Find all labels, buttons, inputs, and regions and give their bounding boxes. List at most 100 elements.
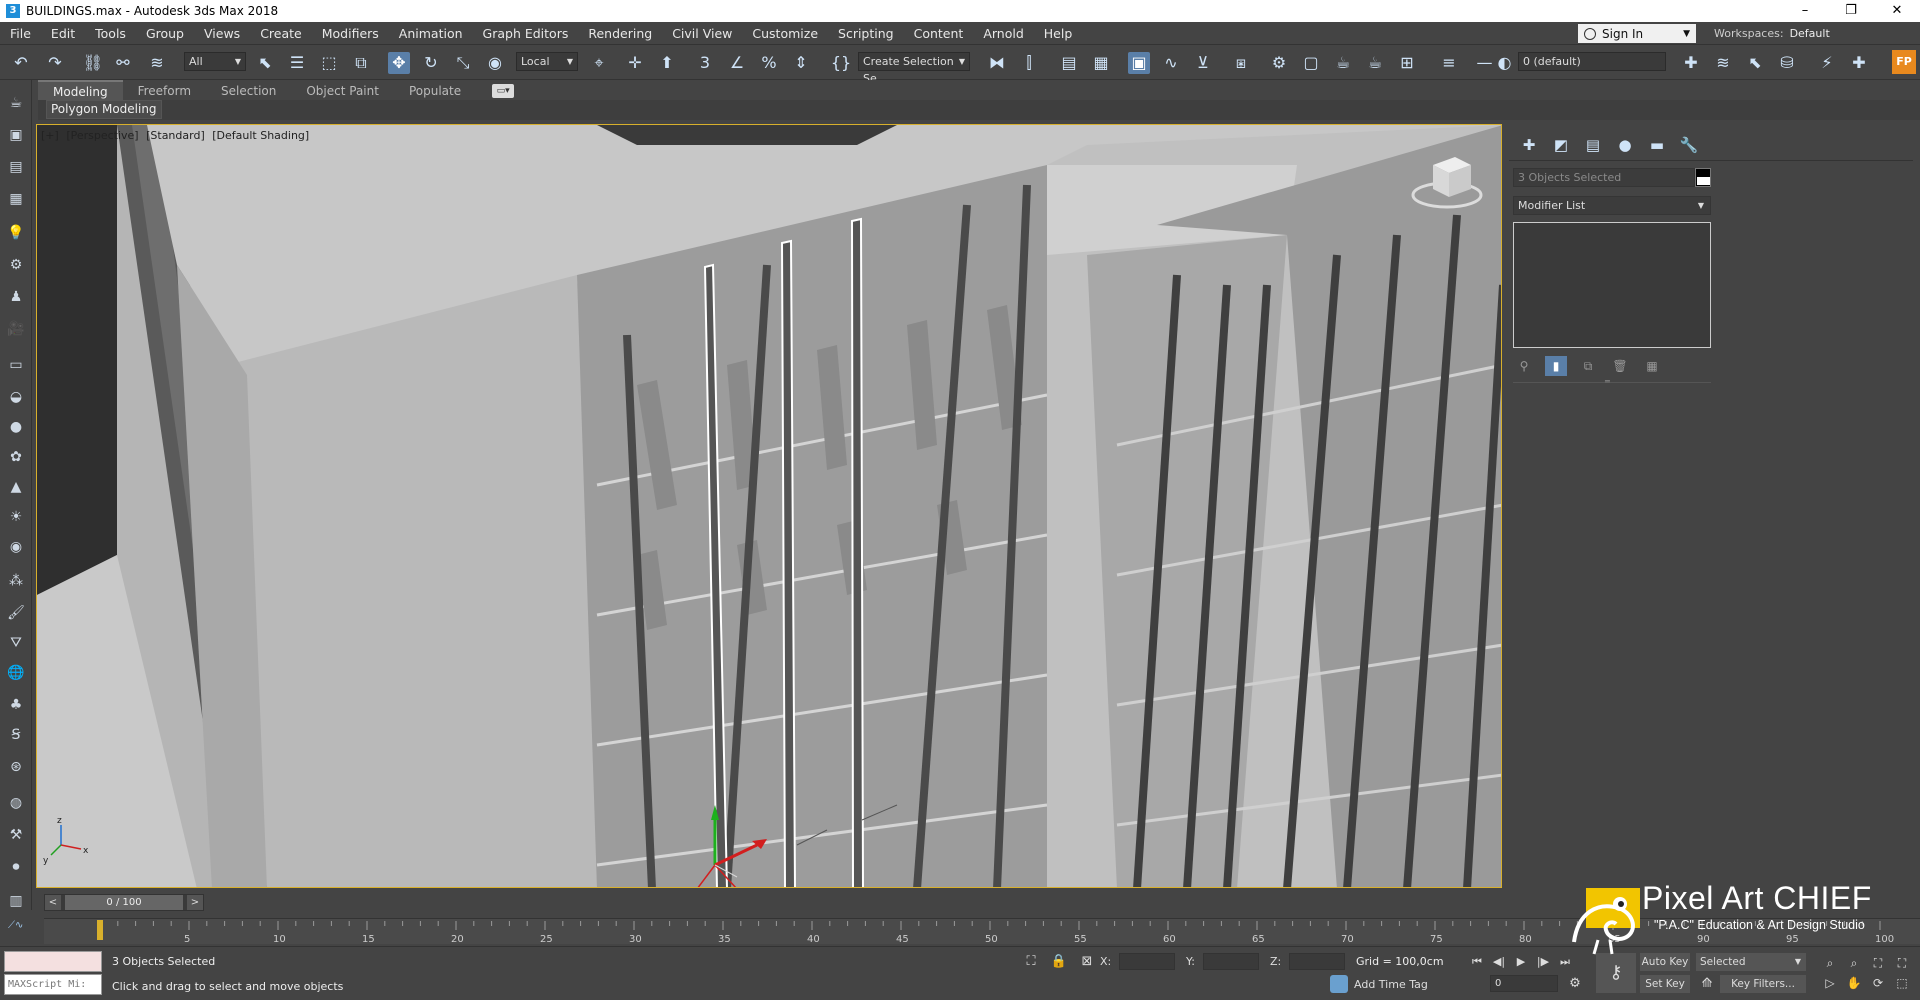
reference-coordinate-dropdown[interactable]: Local ▼ — [516, 52, 578, 71]
pin-stack-icon[interactable]: ⚲ — [1513, 356, 1535, 376]
maximize-viewport-icon[interactable]: ⬚ — [1890, 973, 1914, 993]
render-sphere-icon[interactable]: ◍ — [5, 792, 27, 814]
time-prev-button[interactable]: < — [45, 895, 61, 910]
make-unique-icon[interactable]: ⧉ — [1577, 356, 1599, 376]
record-icon[interactable]: ⏺ — [5, 856, 27, 878]
manipulate-icon[interactable]: ✛ — [624, 52, 646, 74]
current-frame-marker[interactable] — [97, 920, 103, 940]
tab-object-paint[interactable]: Object Paint — [291, 81, 394, 101]
zoom-extents-all-icon[interactable]: ⛶ — [1890, 953, 1914, 973]
polygon-modeling-label[interactable]: Polygon Modeling — [46, 100, 162, 119]
tab-modeling[interactable]: Modeling — [38, 80, 123, 102]
settings-box-icon[interactable]: ⚒ — [5, 824, 27, 846]
light-bulb-icon[interactable]: 💡 — [5, 222, 27, 244]
pivot-center-icon[interactable]: ⌖ — [588, 52, 610, 74]
schematic-view-icon[interactable]: ⊻ — [1192, 52, 1214, 74]
window-crossing-icon[interactable]: ⧉ — [350, 52, 372, 74]
character-icon[interactable]: ♟ — [5, 286, 27, 308]
render-production-icon[interactable]: ☕ — [1332, 52, 1354, 74]
track-bar[interactable]: 5 10 15 20 25 30 35 40 45 50 55 60 65 70 75 80 85 90 95 100 — [44, 918, 1920, 945]
viewport-shading[interactable]: [Default Shading] — [212, 129, 309, 142]
bind-space-warp-icon[interactable]: ≋ — [146, 52, 168, 74]
add-plus-icon[interactable]: ✚ — [1848, 52, 1870, 74]
keyboard-shortcut-override-icon[interactable]: ⬆ — [656, 52, 678, 74]
viewport-menu-plus[interactable]: [+] — [41, 129, 59, 142]
minimize-button[interactable]: – — [1782, 0, 1828, 22]
rectangular-selection-icon[interactable]: ⬚ — [318, 52, 340, 74]
auto-key-button[interactable]: Auto Key — [1640, 953, 1690, 971]
pan-view-icon[interactable]: ✋ — [1842, 973, 1866, 993]
select-and-scale-icon[interactable]: ⤡ — [452, 52, 474, 74]
configure-modifier-sets-icon[interactable]: ▦ — [1641, 356, 1663, 376]
add-time-tag-button[interactable]: Add Time Tag — [1330, 975, 1428, 993]
menu-views[interactable]: Views — [194, 22, 250, 45]
snaps-toggle-icon[interactable]: 3 — [694, 52, 716, 74]
menu-rendering[interactable]: Rendering — [578, 22, 662, 45]
selection-lock-icon[interactable]: 🔒 — [1050, 953, 1068, 971]
paint-deform-icon[interactable]: ⚡ — [1816, 52, 1838, 74]
paint-icon[interactable]: 🖌 — [5, 602, 27, 624]
mirror-icon[interactable]: ⧓ — [986, 52, 1008, 74]
layer-manager-icon[interactable]: ≡ — [1438, 52, 1460, 74]
key-filters-button[interactable]: Key Filters... — [1720, 975, 1806, 993]
camera-icon[interactable]: 🎥 — [5, 318, 27, 340]
show-end-result-icon[interactable]: ▮ — [1545, 356, 1567, 376]
render-iterative-icon[interactable]: ☕ — [1364, 52, 1386, 74]
maxscript-mini-listener[interactable]: MAXScript Mi: — [4, 974, 102, 995]
select-object-icon[interactable]: ⬉ — [254, 52, 276, 74]
menu-tools[interactable]: Tools — [85, 22, 136, 45]
previous-frame-icon[interactable]: ◀| — [1488, 953, 1510, 971]
select-and-rotate-icon[interactable]: ↻ — [420, 52, 442, 74]
object-color-swatch[interactable] — [1695, 168, 1711, 187]
file-icon[interactable]: ▥ — [5, 890, 27, 912]
play-icon[interactable]: ▶ — [1510, 953, 1532, 971]
menu-modifiers[interactable]: Modifiers — [312, 22, 389, 45]
set-key-mode-icon[interactable]: ⚷ — [1596, 953, 1636, 993]
hemisphere-icon[interactable]: ◒ — [5, 386, 27, 408]
tab-selection[interactable]: Selection — [206, 81, 291, 101]
menu-customize[interactable]: Customize — [742, 22, 828, 45]
tab-populate[interactable]: Populate — [394, 81, 476, 101]
select-in-layer-icon[interactable]: ⬉ — [1744, 52, 1766, 74]
select-and-move-icon[interactable]: ✥ — [388, 52, 410, 74]
motion-tab-icon[interactable]: ● — [1609, 134, 1641, 156]
select-and-place-icon[interactable]: ◉ — [484, 52, 506, 74]
menu-file[interactable]: File — [0, 22, 41, 45]
cone-icon[interactable]: ▲ — [5, 476, 27, 498]
mini-curve-editor-icon[interactable]: ⟋∿ — [8, 920, 36, 940]
display-tab-icon[interactable]: ▬ — [1641, 134, 1673, 156]
set-key-button[interactable]: Set Key — [1640, 975, 1690, 993]
undo-icon[interactable]: ↶ — [10, 52, 32, 74]
zoom-extents-icon[interactable]: ⛶ — [1866, 953, 1890, 973]
restore-button[interactable]: ❐ — [1828, 0, 1874, 22]
add-to-layer-icon[interactable]: ≋ — [1712, 52, 1734, 74]
selection-filter-dropdown[interactable]: All ▼ — [184, 52, 246, 71]
viewport-layout-icon[interactable]: ▣ — [5, 124, 27, 146]
viewport-standard[interactable]: [Standard] — [146, 129, 205, 142]
time-configuration-icon[interactable]: ⚙ — [1566, 975, 1584, 993]
workspaces-selector[interactable]: Workspaces: Default — [1714, 22, 1920, 45]
render-in-cloud-icon[interactable]: ⊞ — [1396, 52, 1418, 74]
modifier-stack[interactable] — [1513, 222, 1711, 348]
ribbon-options-icon[interactable]: ▭▾ — [492, 84, 515, 98]
menu-content[interactable]: Content — [904, 22, 974, 45]
close-button[interactable]: ✕ — [1874, 0, 1920, 22]
redo-icon[interactable]: ↷ — [44, 52, 66, 74]
render-setup-icon[interactable]: ⚙ — [1268, 52, 1290, 74]
align-icon[interactable]: ⫿ — [1018, 52, 1040, 74]
menu-create[interactable]: Create — [250, 22, 312, 45]
table-icon[interactable]: ▦ — [5, 188, 27, 210]
chip-icon[interactable]: ⊛ — [5, 756, 27, 778]
scene-list-icon[interactable]: ▤ — [5, 156, 27, 178]
hierarchy-tab-icon[interactable]: ▤ — [1577, 134, 1609, 156]
box-icon[interactable]: ▭ — [5, 354, 27, 376]
fp-button[interactable]: FP — [1892, 50, 1916, 74]
angle-snap-icon[interactable]: ∠ — [726, 52, 748, 74]
maxscript-listener-output[interactable] — [4, 951, 102, 972]
menu-help[interactable]: Help — [1034, 22, 1083, 45]
orbit-icon[interactable]: ⟳ — [1866, 973, 1890, 993]
named-selection-dropdown[interactable]: Create Selection Se ▼ — [858, 52, 970, 85]
zoom-all-icon[interactable]: ⌕ — [1842, 953, 1866, 973]
modifier-list-dropdown[interactable]: Modifier List ▼ — [1513, 196, 1711, 215]
modify-tab-icon[interactable]: ◩ — [1545, 134, 1577, 156]
